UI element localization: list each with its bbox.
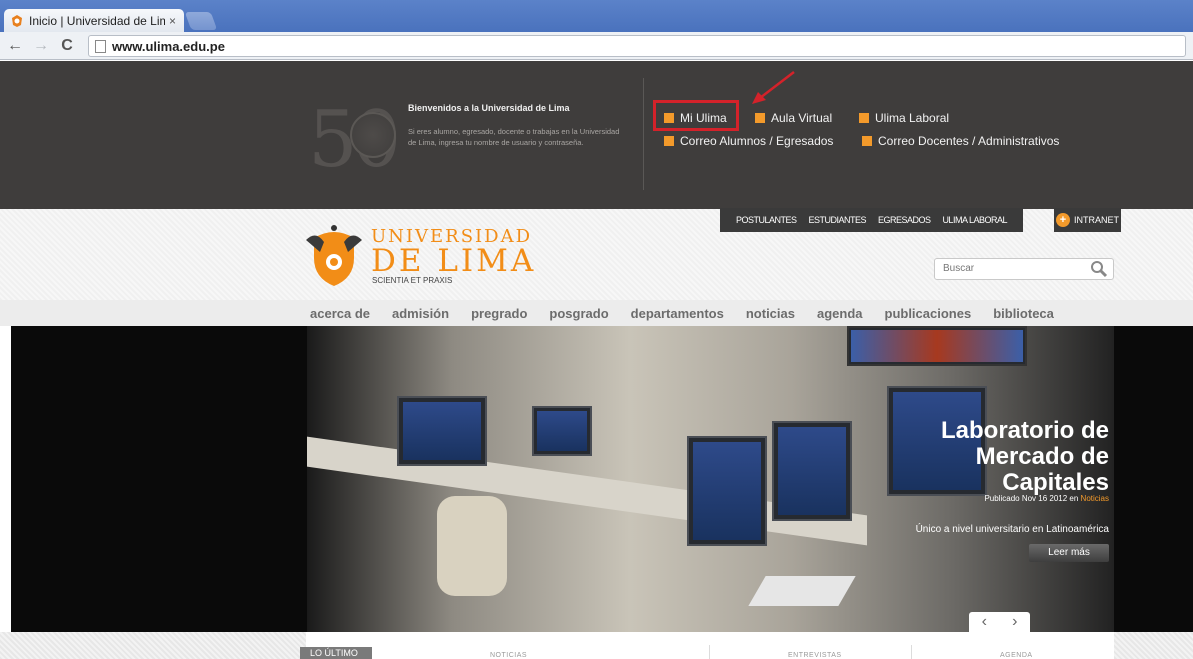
tab-agenda[interactable]: AGENDA	[1000, 652, 1033, 659]
hero-slider: Laboratorio de Mercado de Capitales Publ…	[11, 326, 1193, 632]
secnav-estudiantes[interactable]: ESTUDIANTES	[808, 215, 866, 225]
nav-departamentos[interactable]: departamentos	[631, 306, 724, 321]
browser-toolbar: ← → C www.ulima.edu.pe	[0, 32, 1193, 60]
back-arrow-icon[interactable]: ←	[4, 35, 26, 57]
address-bar[interactable]: www.ulima.edu.pe	[88, 35, 1186, 57]
hero-category-link[interactable]: Noticias	[1081, 494, 1109, 503]
nav-agenda[interactable]: agenda	[817, 306, 863, 321]
page-icon	[95, 39, 106, 53]
browser-tab-bar: Inicio | Universidad de Lim ×	[0, 0, 1193, 32]
nav-pregrado[interactable]: pregrado	[471, 306, 527, 321]
logo-de-lima-text: DE LIMA	[371, 243, 537, 279]
quick-link-label: Correo Alumnos / Egresados	[680, 134, 834, 148]
new-tab-button[interactable]	[184, 12, 218, 30]
university-shield-logo-icon[interactable]	[306, 222, 362, 288]
tab-lo-ultimo[interactable]: LO ÚLTIMO	[300, 647, 372, 659]
slider-controls: ‹ ›	[969, 612, 1030, 632]
logo-tagline: SCIENTIA ET PRAXIS	[372, 276, 453, 285]
quick-link-correo-alumnos[interactable]: Correo Alumnos / Egresados	[664, 134, 833, 148]
quick-link-label: Correo Docentes / Administrativos	[878, 134, 1060, 148]
quick-link-label: Ulima Laboral	[875, 111, 950, 125]
quick-link-ulima-laboral[interactable]: Ulima Laboral	[859, 111, 949, 125]
secnav-ulima-laboral[interactable]: ULIMA LABORAL	[942, 215, 1007, 225]
divider	[709, 645, 710, 659]
nav-biblioteca[interactable]: biblioteca	[993, 306, 1054, 321]
welcome-title: Bienvenidos a la Universidad de Lima	[408, 103, 570, 113]
nav-publicaciones[interactable]: publicaciones	[885, 306, 972, 321]
reload-icon[interactable]: C	[56, 35, 78, 57]
orange-square-icon	[859, 113, 869, 123]
welcome-text: Si eres alumno, egresado, docente o trab…	[408, 127, 620, 147]
intranet-button[interactable]: + INTRANET	[1054, 208, 1121, 232]
divider	[643, 78, 644, 190]
divider	[911, 645, 912, 659]
slider-next-icon[interactable]: ›	[1012, 613, 1017, 631]
nav-acerca-de[interactable]: acerca de	[310, 306, 370, 321]
university-seal-icon	[350, 112, 396, 158]
quick-link-aula-virtual[interactable]: Aula Virtual	[755, 111, 832, 125]
highlight-box	[653, 100, 739, 131]
tab-noticias[interactable]: NOTICIAS	[490, 652, 527, 659]
search-input[interactable]: Buscar	[934, 258, 1114, 280]
annotation-arrow-icon	[752, 71, 795, 104]
nav-posgrado[interactable]: posgrado	[549, 306, 608, 321]
quick-link-label: Aula Virtual	[771, 111, 833, 125]
hero-title: Laboratorio de Mercado de Capitales	[940, 417, 1109, 496]
tab-close-icon[interactable]: ×	[169, 14, 176, 28]
main-nav: acerca de admisión pregrado posgrado dep…	[0, 300, 1193, 326]
bottom-panel	[306, 632, 1114, 659]
url-text: www.ulima.edu.pe	[112, 38, 225, 54]
quick-link-correo-docentes[interactable]: Correo Docentes / Administrativos	[862, 134, 1059, 148]
tab-entrevistas[interactable]: ENTREVISTAS	[788, 652, 842, 659]
slider-prev-icon[interactable]: ‹	[982, 613, 987, 631]
secondary-nav: POSTULANTES ESTUDIANTES EGRESADOS ULIMA …	[720, 208, 1023, 232]
site-favicon-icon	[12, 14, 22, 27]
plus-icon: +	[1056, 213, 1070, 227]
search-icon[interactable]	[1090, 260, 1108, 278]
forward-arrow-icon[interactable]: →	[30, 35, 52, 57]
secnav-postulantes[interactable]: POSTULANTES	[736, 215, 797, 225]
nav-noticias[interactable]: noticias	[746, 306, 795, 321]
browser-tab[interactable]: Inicio | Universidad de Lim ×	[4, 9, 184, 32]
nav-admision[interactable]: admisión	[392, 306, 449, 321]
orange-square-icon	[755, 113, 765, 123]
hero-date: Publicado Nov 16 2012 en	[984, 494, 1079, 503]
read-more-button[interactable]: Leer más	[1029, 544, 1109, 562]
orange-square-icon	[862, 136, 872, 146]
tab-title: Inicio | Universidad de Lim	[29, 13, 165, 28]
orange-square-icon	[664, 136, 674, 146]
hero-meta: Publicado Nov 16 2012 en Noticias	[984, 494, 1109, 503]
intranet-label: INTRANET	[1074, 215, 1119, 225]
hero-subtitle: Único a nivel universitario en Latinoamé…	[915, 524, 1109, 535]
secnav-egresados[interactable]: EGRESADOS	[878, 215, 931, 225]
